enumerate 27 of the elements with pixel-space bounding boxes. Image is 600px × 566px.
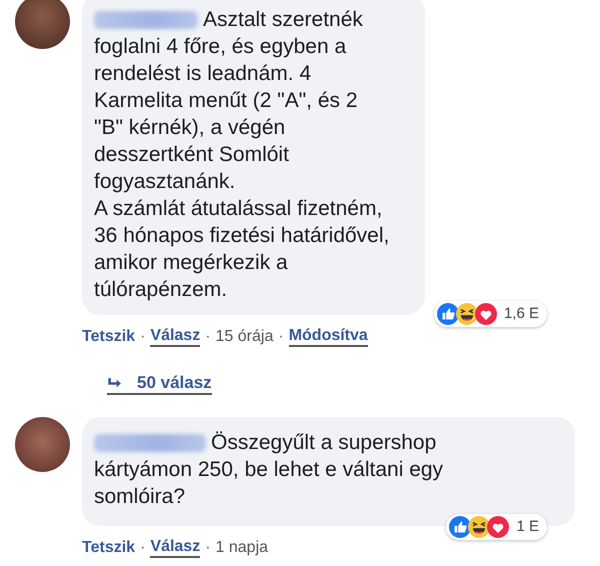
comment-text: foglalni 4 főre, és egyben a rendelést is leadnám. 4 Karmelita menűt (2 "A", és 2 "B" kérnék), a végén desszertként Somlóit fogyasztanánk. A számlát átutalással fizetném, 36 hónapos fizetési határidővel, amikor megérkezik a túlórapénzem. [94,34,390,303]
reaction-pill[interactable]: 1,6 E [434,301,547,327]
laughing-face-icon [468,516,490,538]
like-icon [449,516,472,538]
laughing-face-icon [456,303,478,325]
avatar[interactable] [15,0,70,49]
like-link[interactable]: Tetszik [82,328,136,346]
reaction-pill[interactable]: 1 E [446,514,547,540]
separator-dot: · [278,328,284,346]
reaction-count: 1,6 E [504,304,539,324]
like-link[interactable]: Tetszik [82,539,136,557]
replies-link[interactable]: 50 válasz [107,373,212,395]
like-icon [436,303,459,325]
comment-text: Asztalt szeretnék [203,7,363,33]
separator-dot: · [140,328,146,346]
separator-dot: · [205,539,211,557]
separator-dot: · [205,328,211,346]
reply-arrow-icon [107,376,123,390]
separator-dot: · [140,539,146,557]
timestamp[interactable]: 15 órája [216,328,274,346]
action-link[interactable]: Módosítva [288,327,368,347]
reaction-count: 1 E [516,517,539,537]
timestamp[interactable]: 1 napja [216,539,268,557]
comment-text: kártyámon 250, be lehet e váltani egy somlóira? [94,457,444,510]
comment-text: Összegyűlt a supershop [211,430,436,456]
action-link[interactable]: Válasz [150,538,200,558]
action-link[interactable]: Válasz [150,327,200,347]
